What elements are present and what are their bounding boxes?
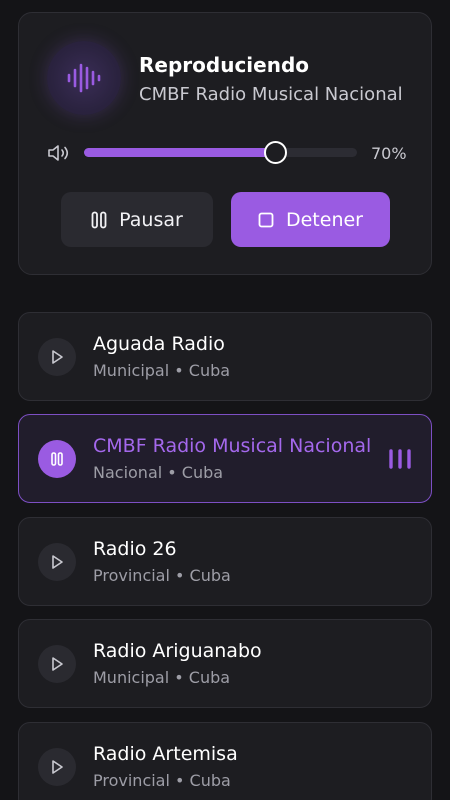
play-station-button[interactable] (38, 338, 76, 376)
station-name: CMBF Radio Musical Nacional (93, 435, 372, 457)
pause-button-label: Pausar (119, 208, 183, 231)
play-station-button[interactable] (38, 748, 76, 786)
now-playing-card: Reproduciendo CMBF Radio Musical Naciona… (18, 12, 432, 275)
waveform-icon (67, 63, 101, 93)
pause-button[interactable]: Pausar (61, 192, 213, 247)
stop-button[interactable]: Detener (231, 192, 390, 247)
pause-station-button[interactable] (38, 440, 76, 478)
station-name: Radio Ariguanabo (93, 640, 262, 662)
stop-icon (258, 212, 274, 227)
pause-icon (91, 211, 107, 228)
play-station-button[interactable] (38, 645, 76, 683)
station-name: Radio 26 (93, 538, 177, 560)
volume-slider[interactable] (84, 141, 357, 164)
station-artwork (47, 41, 121, 115)
volume-slider-fill (84, 148, 275, 157)
equalizer-icon (389, 449, 411, 469)
station-meta: Municipal • Cuba (93, 361, 231, 380)
station-item[interactable]: Radio 26 Provincial • Cuba (18, 517, 432, 606)
station-meta: Nacional • Cuba (93, 463, 224, 482)
play-icon (52, 760, 63, 774)
now-playing-title: Reproduciendo (139, 53, 310, 77)
stop-button-label: Detener (285, 208, 363, 231)
station-meta: Provincial • Cuba (93, 771, 231, 790)
play-station-button[interactable] (38, 543, 76, 581)
station-name: Radio Artemisa (93, 743, 238, 765)
play-icon (52, 657, 63, 671)
speaker-icon[interactable] (47, 143, 71, 163)
volume-value: 70% (371, 144, 407, 163)
now-playing-station: CMBF Radio Musical Nacional (139, 84, 403, 105)
station-item[interactable]: CMBF Radio Musical Nacional Nacional • Cu… (18, 414, 432, 503)
volume-slider-thumb[interactable] (264, 141, 287, 164)
station-item[interactable]: Radio Artemisa Provincial • Cuba (18, 722, 432, 800)
station-item[interactable]: Aguada Radio Municipal • Cuba (18, 312, 432, 401)
play-icon (52, 350, 63, 364)
station-name: Aguada Radio (93, 333, 225, 355)
station-meta: Provincial • Cuba (93, 566, 231, 585)
station-item[interactable]: Radio Ariguanabo Municipal • Cuba (18, 619, 432, 708)
pause-icon (51, 452, 63, 466)
station-meta: Municipal • Cuba (93, 668, 231, 687)
play-icon (52, 555, 63, 569)
